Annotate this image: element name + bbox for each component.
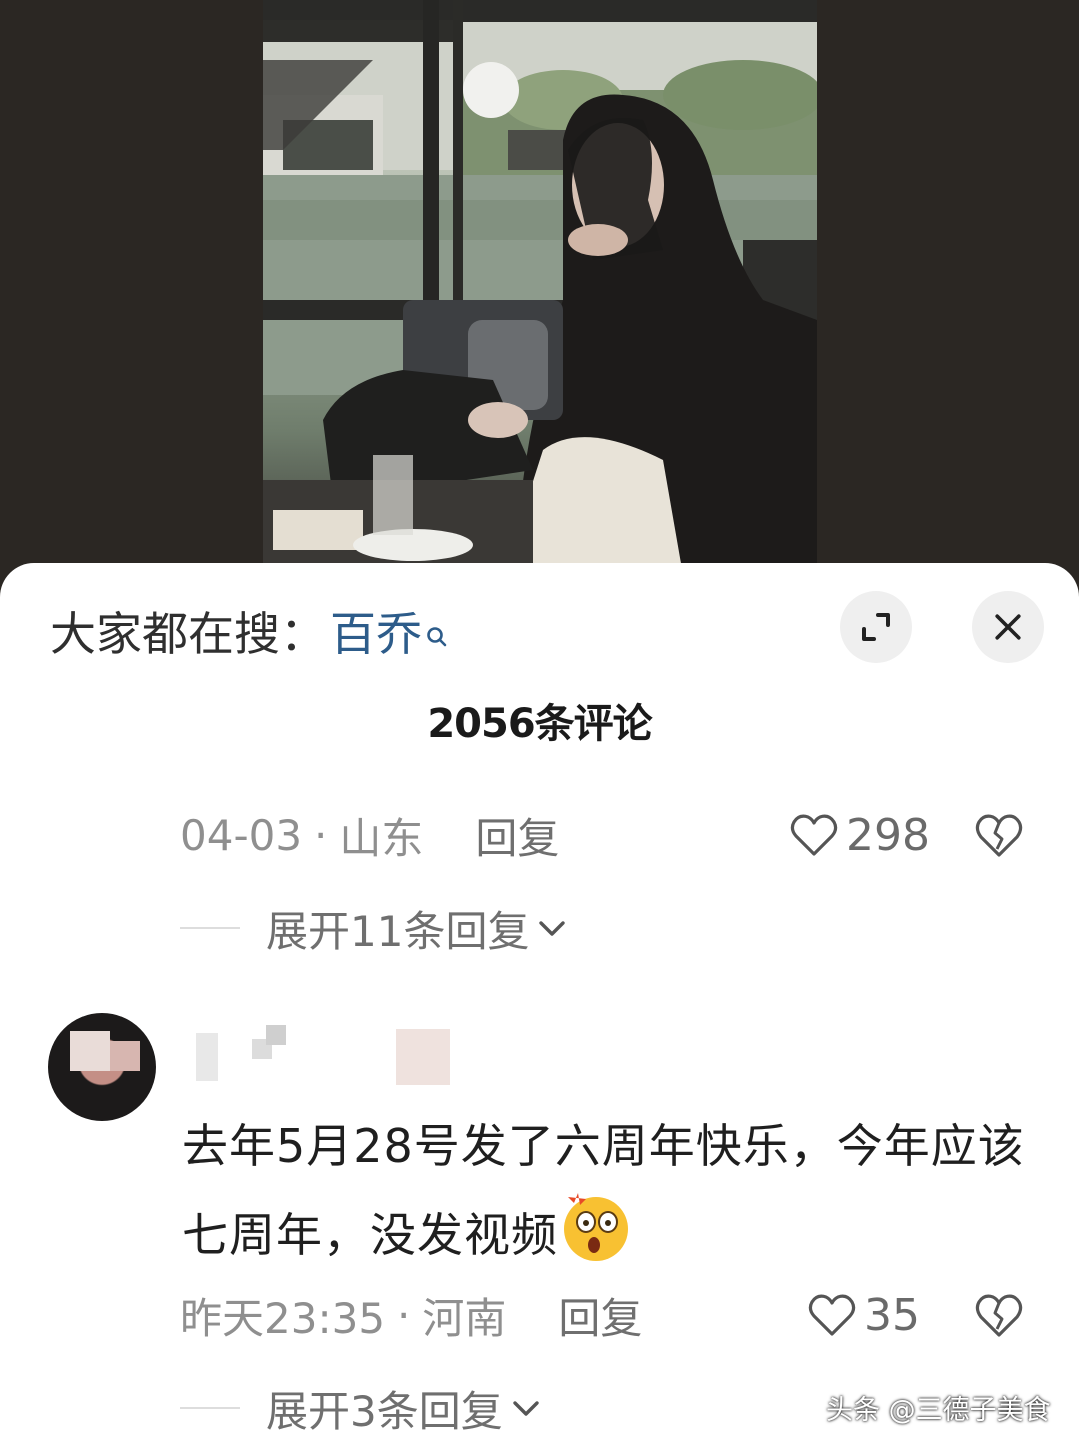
expand-replies-label: 展开3条回复: [266, 1386, 503, 1436]
close-button[interactable]: [972, 591, 1044, 663]
broken-heart-icon[interactable]: [974, 811, 1024, 859]
chevron-down-icon: [539, 921, 566, 936]
search-suggestion-term[interactable]: 百乔: [330, 598, 422, 664]
reply-button[interactable]: 回复: [558, 1285, 642, 1346]
like-count: 35: [864, 1289, 920, 1341]
comment-sheet: 大家都在搜： 百乔 2056条评论 04-03 · 山东 回复 298 展开11…: [0, 563, 1079, 1445]
search-suggestion[interactable]: 大家都在搜： 百乔: [50, 599, 450, 663]
meta-separator: ·: [314, 810, 328, 860]
search-suggestion-prefix: 大家都在搜：: [50, 607, 326, 661]
heart-icon: [790, 814, 838, 856]
expand-icon: [862, 613, 890, 641]
comment-count-title: 2056条评论: [427, 701, 652, 747]
like-button[interactable]: 35: [808, 1285, 920, 1345]
like-count: 298: [846, 809, 930, 861]
expand-replies-button[interactable]: 展开11条回复: [180, 898, 569, 958]
comment-meta: 04-03 · 山东 回复: [180, 805, 559, 865]
video-background[interactable]: [0, 0, 1079, 600]
video-frame-photo: [263, 0, 817, 575]
avatar-mosaic: [110, 1041, 140, 1071]
comment-location: 山东: [339, 813, 424, 863]
divider-line: [180, 927, 240, 929]
reply-button[interactable]: 回复: [475, 805, 559, 866]
comment-text: 去年5月28号发了六周年快乐，今年应该七周年，没发视频: [182, 1103, 1042, 1278]
comment-date: 昨天23:35: [180, 1293, 386, 1343]
comment-location: 河南: [422, 1293, 507, 1343]
username-blurred[interactable]: [196, 1025, 466, 1087]
expand-button[interactable]: [840, 591, 912, 663]
search-icon: [424, 607, 450, 647]
divider-line: [180, 1407, 240, 1409]
meta-separator: ·: [397, 1290, 411, 1340]
watermark: 头条 @三德子美食: [826, 1395, 1051, 1426]
comment-meta: 昨天23:35 · 河南 回复: [180, 1285, 642, 1345]
avatar-mosaic: [70, 1031, 110, 1071]
broken-heart-icon[interactable]: [974, 1291, 1024, 1339]
surprised-emoji-icon: [564, 1193, 628, 1261]
expand-replies-button[interactable]: 展开3条回复: [180, 1378, 543, 1438]
close-icon: [995, 614, 1021, 640]
comment-date: 04-03: [180, 810, 303, 860]
expand-replies-label: 展开11条回复: [266, 906, 530, 956]
avatar[interactable]: [48, 1013, 156, 1121]
chevron-down-icon: [513, 1401, 539, 1416]
heart-icon: [808, 1294, 856, 1336]
like-button[interactable]: 298: [790, 805, 930, 865]
